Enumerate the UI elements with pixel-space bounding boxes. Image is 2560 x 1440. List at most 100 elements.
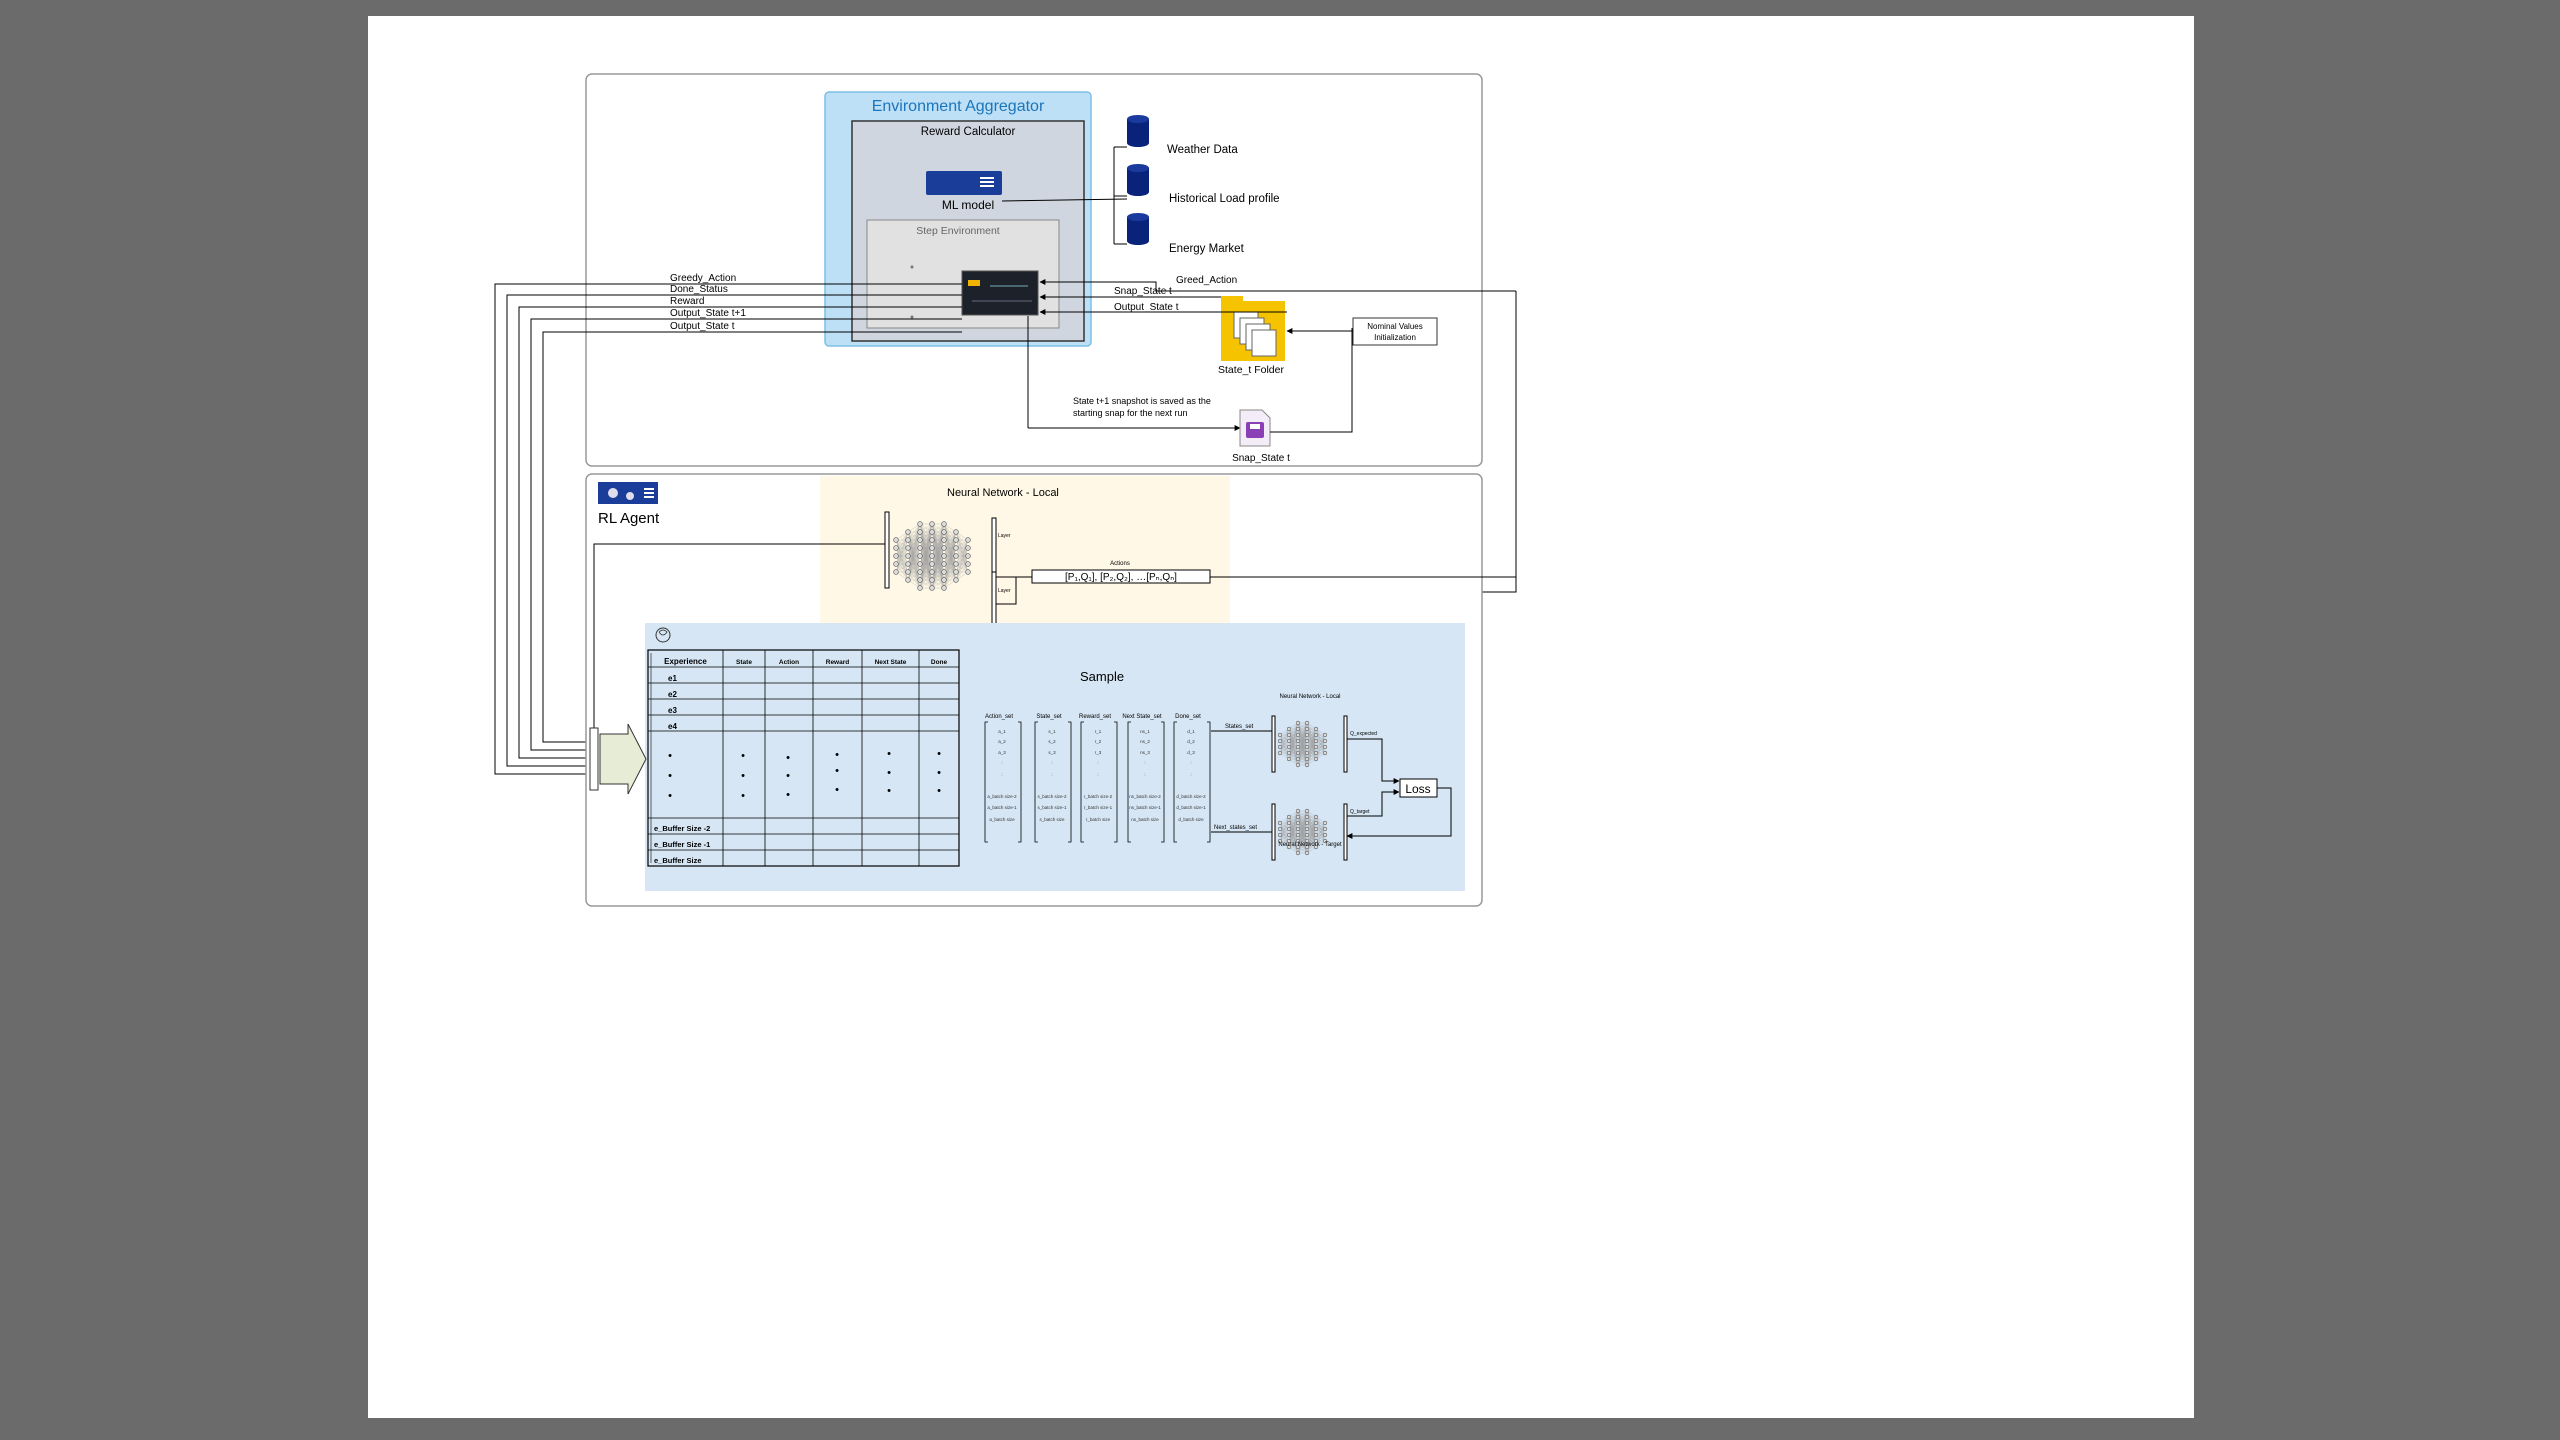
sample-entry: r_batch size	[1086, 817, 1111, 822]
nn-node	[965, 553, 971, 559]
nominal-values-line1: Nominal Values	[1367, 322, 1422, 331]
table-header-cell: Reward	[826, 659, 850, 666]
sample-entry: :	[1144, 760, 1145, 765]
nn-node	[1304, 726, 1310, 732]
nn-node	[1277, 732, 1283, 738]
sample-entry: :	[1051, 772, 1052, 777]
reward-signal-label: Reward	[670, 296, 704, 307]
nn-node	[893, 537, 899, 543]
ellipsis-dot: •	[741, 770, 745, 782]
sample-entry: a_2	[998, 739, 1006, 744]
greedy-action-signal-label: Greedy_Action	[670, 273, 736, 284]
nn-node	[1313, 744, 1319, 750]
sample-set-label: Next State_set	[1122, 714, 1162, 720]
ellipsis-dot: •	[668, 750, 672, 762]
table-row-label: e1	[668, 674, 677, 683]
nn-node	[1313, 732, 1319, 738]
nn-node	[1313, 756, 1319, 762]
output-state-signal-label: Output_State t	[1114, 302, 1179, 313]
ellipsis-dot: •	[835, 784, 839, 796]
nn-node	[929, 553, 935, 559]
nn-node	[917, 569, 923, 575]
sample-set-label: State_set	[1036, 714, 1062, 720]
nn-node	[893, 553, 899, 559]
ellipsis-dot: •	[887, 785, 891, 797]
data-source-energy-market: Energy Market	[1169, 243, 1245, 255]
sample-entry: s_batch size-1	[1037, 805, 1067, 810]
nn-node	[965, 561, 971, 567]
nn-node	[1304, 814, 1310, 820]
table-header-cell: Next State	[875, 659, 907, 666]
next-states-set-label: Next_states_set	[1214, 825, 1257, 831]
nn-node	[905, 561, 911, 567]
nn-node	[1304, 850, 1310, 856]
sample-entry: ns_2	[1140, 739, 1150, 744]
sample-entry: r_batch size-1	[1084, 805, 1113, 810]
ellipsis-dot: •	[786, 752, 790, 764]
nn-node	[893, 569, 899, 575]
nn-node	[1277, 832, 1283, 838]
snap-state-label: Snap_State t	[1232, 453, 1290, 464]
sample-entry: d_batch size	[1178, 817, 1204, 822]
ellipsis-dot: •	[668, 790, 672, 802]
sample-set-label: Done_set	[1175, 714, 1201, 720]
nn-node	[1313, 738, 1319, 744]
sample-entry: a_batch size-2	[987, 794, 1017, 799]
nn-node	[941, 521, 947, 527]
q-target-label: Q_target	[1350, 809, 1370, 815]
nn-sample-local-label: Neural Network - Local	[1279, 694, 1340, 700]
architecture-diagram: Environment Aggregator Reward Calculator…	[494, 73, 1517, 907]
nn-node	[917, 553, 923, 559]
done-status-signal-label: Done_Status	[670, 284, 728, 295]
nn-node	[1295, 750, 1301, 756]
nn-node	[929, 537, 935, 543]
loss-label: Loss	[1405, 782, 1430, 796]
nn-node	[1313, 820, 1319, 826]
sample-entry: s_batch size-2	[1037, 794, 1067, 799]
nn-node	[1313, 726, 1319, 732]
table-row-label: e_Buffer Size	[654, 856, 702, 865]
nn-node	[1295, 738, 1301, 744]
nn-node	[1295, 814, 1301, 820]
table-header-cell: Action	[779, 659, 799, 666]
states-set-label: States_set	[1225, 724, 1254, 730]
sample-entry: d_2	[1187, 739, 1195, 744]
nn-node	[1295, 826, 1301, 832]
nn-node	[1286, 756, 1292, 762]
greed-action-signal-label: Greed_Action	[1176, 275, 1237, 286]
sample-entry: d_batch size-2	[1176, 794, 1206, 799]
nn-node	[965, 569, 971, 575]
output-state-t-signal-label: Output_State t	[670, 321, 735, 332]
state-folder-label: State_t Folder	[1218, 364, 1284, 376]
sample-entry: r_2	[1095, 739, 1102, 744]
ellipsis-dot: •	[786, 789, 790, 801]
snapshot-note-line2: starting snap for the next run	[1073, 408, 1188, 418]
nn-node	[965, 537, 971, 543]
sample-set-label: Action_set	[985, 714, 1013, 720]
nn-node	[929, 569, 935, 575]
nn-node	[953, 577, 959, 583]
nn-layer-label: Layer	[998, 533, 1011, 539]
nn-node	[905, 553, 911, 559]
nn-node	[1286, 832, 1292, 838]
ml-model-label: ML model	[942, 198, 994, 212]
sample-entry: d_3	[1187, 750, 1195, 755]
table-row-label: e_Buffer Size -2	[654, 824, 710, 833]
nn-node	[929, 585, 935, 591]
database-icon	[1127, 164, 1149, 196]
nn-node	[893, 561, 899, 567]
nn-node	[941, 529, 947, 535]
nn-sample-target-label: Neural Network - Target	[1278, 842, 1342, 848]
data-source-load-profile: Historical Load profile	[1169, 193, 1280, 205]
nn-node	[1277, 738, 1283, 744]
nn-node	[1304, 732, 1310, 738]
sample-entry: s_1	[1048, 729, 1056, 734]
sample-set-label: Reward_set	[1079, 714, 1111, 720]
environment-aggregator-title: Environment Aggregator	[872, 98, 1045, 115]
file-save-icon	[1239, 409, 1271, 447]
nn-node	[929, 545, 935, 551]
nn-node	[1286, 726, 1292, 732]
nn-local-region	[820, 476, 1230, 630]
nn-node	[1304, 738, 1310, 744]
nn-node	[1313, 750, 1319, 756]
